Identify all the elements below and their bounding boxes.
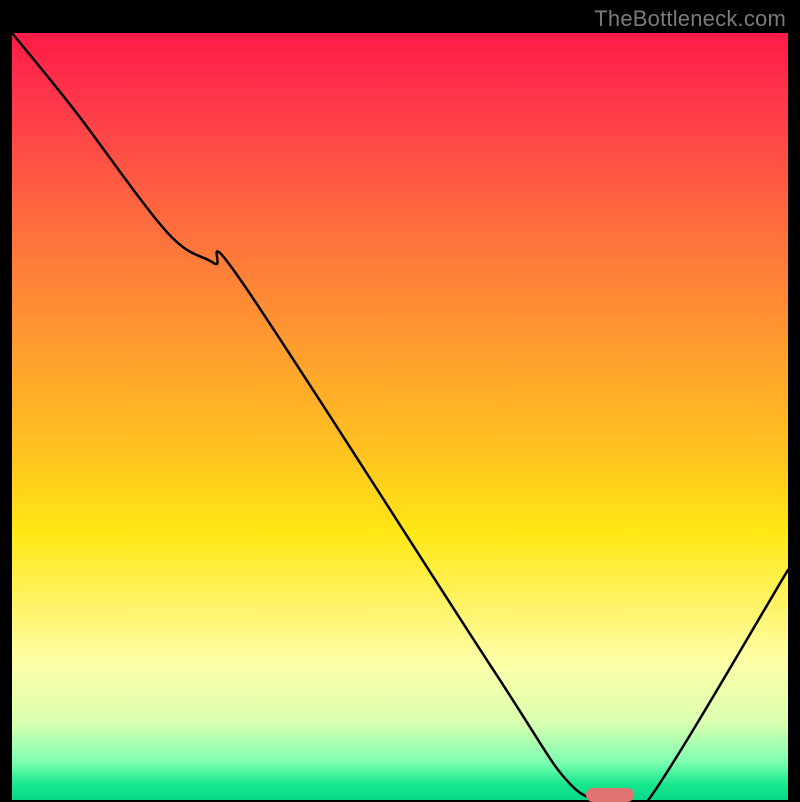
watermark-text: TheBottleneck.com	[594, 6, 786, 32]
bottleneck-curve	[12, 33, 788, 800]
plot-area	[12, 33, 788, 800]
curve-svg	[12, 33, 788, 800]
